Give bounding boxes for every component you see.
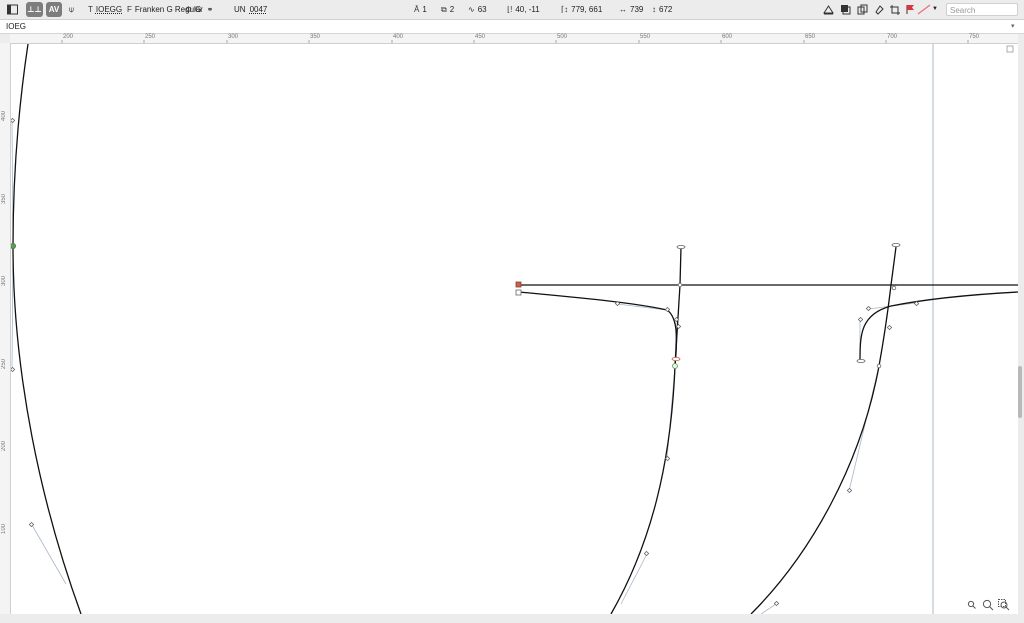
- ruler-label: 400: [1, 111, 7, 122]
- status-strip: [0, 614, 1024, 623]
- ruler-label: 500: [557, 34, 568, 40]
- glyph-outline[interactable]: [11, 44, 1018, 614]
- zoom-in-icon[interactable]: [982, 599, 994, 611]
- kerning-mode-button[interactable]: AV: [46, 2, 62, 17]
- ruler-label: 300: [228, 34, 239, 40]
- text-entry-bar[interactable]: IOEG ▾: [0, 20, 1024, 34]
- bezier-handles: [11, 120, 917, 614]
- glyph-contour[interactable]: [12, 44, 1018, 614]
- vertical-scrollbar[interactable]: [1018, 366, 1022, 418]
- ruler-label: 350: [310, 34, 321, 40]
- width-icon: ↔: [619, 5, 627, 14]
- ruler-label: 700: [887, 34, 898, 40]
- ruler-vertical: 400 350 300 250 200 100: [0, 43, 11, 615]
- color-line-icon[interactable]: [917, 4, 931, 15]
- ruler-label: 100: [1, 524, 7, 535]
- layers-panel-icon[interactable]: [840, 4, 851, 15]
- ruler-label: 400: [393, 34, 404, 40]
- chevron-down-icon[interactable]: ▼: [932, 3, 938, 16]
- contours-readout: ⧉ 2: [441, 5, 455, 14]
- width-readout: ↔ 739: [619, 5, 644, 14]
- ruler-horizontal: 200 250 300 350 400 450 500 550 600 650 …: [10, 34, 1018, 44]
- bbox-icon: ⌈↕: [561, 5, 569, 14]
- text-entry-dropdown-icon[interactable]: ▾: [1011, 21, 1015, 32]
- ruler-ticks: [61, 40, 969, 43]
- layers-readout: Ā1: [414, 5, 427, 14]
- text-entry-value: IOEG: [6, 22, 27, 31]
- glyph-link-icon[interactable]: ⚭: [207, 3, 214, 16]
- ruler-label: 200: [1, 441, 7, 452]
- sidebearings-readout: ⌊! 40, -11: [507, 5, 540, 14]
- glyph-canvas[interactable]: [11, 44, 1018, 614]
- unicode-field[interactable]: UN 0047: [234, 3, 267, 16]
- ruler-label: 550: [640, 34, 651, 40]
- height-icon: ↕: [652, 5, 656, 14]
- nodes-icon: ∿: [468, 5, 475, 14]
- contours-icon: ⧉: [441, 5, 447, 14]
- ruler-label: 250: [1, 359, 7, 370]
- text-field[interactable]: T IOEGG: [88, 3, 122, 16]
- glyph-icon: ⚙: [185, 5, 193, 14]
- crop-icon[interactable]: [890, 4, 901, 15]
- paint-icon[interactable]: [874, 4, 885, 15]
- sidebar-toggle-icon[interactable]: [7, 4, 18, 15]
- zoom-fit-icon[interactable]: [998, 599, 1010, 611]
- flag-icon[interactable]: [905, 4, 916, 15]
- main-toolbar: ⊥⊥ AV ⍦ T IOEGG F Franken G Regular ⚙ G ⚭ U…: [0, 0, 1024, 20]
- metrics-mode-icon[interactable]: ⊥⊥: [26, 2, 43, 17]
- glyph-nodes[interactable]: [11, 117, 920, 607]
- ruler-label: 750: [969, 34, 980, 40]
- canvas-corner-marker[interactable]: [1006, 45, 1014, 53]
- ruler-label: 600: [722, 34, 733, 40]
- sidebearing-icon: ⌊!: [507, 5, 513, 14]
- ruler-label: 350: [1, 194, 7, 205]
- ruler-label: 650: [805, 34, 816, 40]
- search-input[interactable]: Search: [946, 3, 1018, 16]
- height-readout: ↕ 672: [652, 5, 673, 14]
- ruler-label: 300: [1, 276, 7, 287]
- preview-icon[interactable]: [823, 4, 834, 15]
- ruler-label: 250: [145, 34, 156, 40]
- anchor-icon[interactable]: ⍦: [69, 3, 74, 16]
- zoom-out-icon[interactable]: [967, 600, 977, 610]
- glyph-selector[interactable]: ⚙ G ⚭: [185, 3, 216, 16]
- font-icon: F: [127, 5, 132, 14]
- ruler-label: 200: [63, 34, 74, 40]
- nodes-readout: ∿ 63: [468, 5, 487, 14]
- text-icon: T: [88, 5, 93, 14]
- layers-icon: Ā: [414, 5, 420, 14]
- copy-icon[interactable]: [857, 4, 868, 15]
- bbox-origin-readout: ⌈↕ 779, 661: [561, 5, 603, 14]
- unicode-label: UN: [234, 5, 246, 14]
- ruler-label: 450: [475, 34, 486, 40]
